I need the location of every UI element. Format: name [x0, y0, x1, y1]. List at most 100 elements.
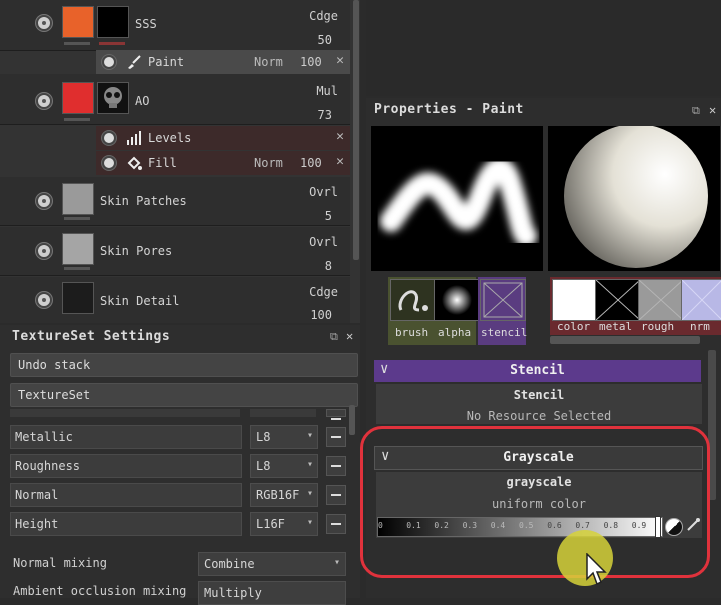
layer-thumbnail [62, 233, 94, 265]
sub-layer-levels[interactable]: Levels ✕ [96, 126, 350, 150]
layers-scrollbar[interactable] [353, 0, 359, 260]
layer-name: Skin Patches [100, 194, 187, 208]
material-sphere-preview [548, 124, 720, 271]
sub-layer-label: Fill [148, 156, 177, 170]
channel-format-select[interactable]: L8 ▾ [250, 454, 318, 478]
brush-stroke-preview [371, 126, 543, 271]
layer-row-skin-pores[interactable]: Skin Pores Ovrl 8 [0, 227, 350, 276]
layer-blend-mode[interactable]: Ovrl [309, 235, 338, 249]
layer-name: SSS [135, 17, 157, 31]
metal-slot[interactable] [595, 279, 641, 321]
textureset-button[interactable]: TextureSet [10, 383, 358, 407]
rough-slot-label: rough [641, 320, 675, 333]
channel-height: Height [10, 512, 242, 536]
visibility-toggle-icon[interactable] [36, 243, 52, 259]
remove-channel-button[interactable] [326, 456, 346, 476]
fill-bucket-icon [126, 155, 142, 171]
panel-title: TextureSet Settings [12, 329, 171, 344]
visibility-toggle-icon[interactable] [36, 292, 52, 308]
stencil-section-header[interactable]: ∨ Stencil [374, 360, 701, 382]
color-slot[interactable] [552, 279, 598, 321]
layer-row-sss[interactable]: SSS Cdge 50 [0, 0, 350, 51]
visibility-toggle-icon[interactable] [36, 193, 52, 209]
layers-panel: SSS Cdge 50 Paint Norm 100 ✕ AO Mul 73 L… [0, 0, 360, 323]
sub-layer-blend[interactable]: Norm [254, 55, 283, 69]
channel-metallic: Metallic [10, 425, 242, 449]
layer-opacity[interactable]: 100 [310, 308, 332, 322]
stencil-slot[interactable] [480, 279, 526, 321]
layer-row-skin-patches[interactable]: Skin Patches Ovrl 5 [0, 177, 350, 226]
close-icon[interactable]: ✕ [336, 53, 344, 68]
layer-name: AO [135, 94, 150, 108]
close-icon[interactable]: ✕ [336, 154, 344, 169]
close-icon[interactable]: ✕ [346, 329, 353, 343]
remove-channel-button[interactable] [326, 485, 346, 505]
remove-channel-button[interactable] [326, 427, 346, 447]
sub-layer-opacity[interactable]: 100 [300, 156, 322, 170]
layer-opacity[interactable]: 50 [318, 33, 332, 47]
ao-mixing-label: Ambient occlusion mixing [13, 584, 187, 598]
rough-slot[interactable] [638, 279, 684, 321]
stencil-slot-label: stencil [481, 326, 528, 339]
mouse-cursor-icon [586, 552, 608, 590]
float-icon[interactable]: ⧉ [330, 330, 338, 344]
sub-layer-opacity[interactable]: 100 [300, 55, 322, 69]
layer-name: Skin Pores [100, 244, 173, 258]
close-icon[interactable]: ✕ [709, 103, 716, 117]
channel-format-select[interactable]: L16F ▾ [250, 512, 318, 536]
channel-normal: Normal [10, 483, 242, 507]
metal-slot-label: metal [599, 320, 633, 333]
sub-layer-label: Levels [148, 131, 192, 145]
layer-opacity[interactable]: 8 [325, 259, 332, 273]
brush-slot[interactable] [390, 279, 436, 321]
float-icon[interactable]: ⧉ [692, 104, 700, 118]
viewport-area [366, 0, 721, 96]
visibility-toggle-icon[interactable] [36, 93, 52, 109]
color-slot-label: color [557, 320, 591, 333]
layer-thumbnail [62, 183, 94, 215]
brush-slot-label: brush [395, 326, 429, 339]
textureset-settings-panel: TextureSet Settings ⧉ ✕ Undo stack Textu… [0, 325, 360, 605]
alpha-slot[interactable] [434, 279, 480, 321]
layer-blend-mode[interactable]: Cdge [309, 285, 338, 299]
visibility-toggle-icon[interactable] [102, 131, 116, 145]
channel-format-select[interactable]: RGB16F ▾ [250, 483, 318, 507]
layer-thumbnail [62, 282, 94, 314]
sub-layer-blend[interactable]: Norm [254, 156, 283, 170]
alpha-slot-label: alpha [438, 326, 472, 339]
mask-thumbnail [62, 6, 94, 38]
highlight-annotation [360, 426, 710, 578]
layer-blend-mode[interactable]: Mul [316, 84, 338, 98]
visibility-toggle-icon[interactable] [102, 156, 116, 170]
layer-name: Skin Detail [100, 294, 180, 308]
textureset-scrollbar[interactable] [349, 405, 355, 435]
remove-channel-button[interactable] [326, 514, 346, 534]
sub-layer-label: Paint [148, 55, 185, 69]
layer-opacity[interactable]: 73 [318, 108, 332, 122]
ao-mixing-select[interactable]: Multiply [198, 581, 346, 605]
sub-layer-paint[interactable]: Paint Norm 100 ✕ [96, 50, 350, 74]
layer-row-ao[interactable]: AO Mul 73 [0, 74, 350, 125]
normal-mixing-select[interactable]: Combine ▾ [198, 552, 346, 576]
layer-blend-mode[interactable]: Cdge [309, 9, 338, 23]
ao-skull-thumbnail [97, 82, 129, 114]
layer-blend-mode[interactable]: Ovrl [309, 185, 338, 199]
visibility-toggle-icon[interactable] [36, 15, 52, 31]
levels-icon [126, 130, 142, 146]
visibility-toggle-icon[interactable] [102, 55, 116, 69]
material-slots-scrollbar[interactable] [550, 336, 700, 344]
panel-title: Properties - Paint [374, 102, 524, 117]
layer-row-skin-detail[interactable]: Skin Detail Cdge 100 [0, 277, 350, 323]
layer-thumbnail [97, 6, 129, 38]
stencil-status: No Resource Selected [466, 409, 612, 423]
close-icon[interactable]: ✕ [336, 129, 344, 144]
sub-layer-fill[interactable]: Fill Norm 100 ✕ [96, 151, 350, 175]
brush-icon [126, 54, 142, 70]
undo-stack-button[interactable]: Undo stack [10, 353, 358, 377]
channel-format-select[interactable]: L8 ▾ [250, 425, 318, 449]
normal-slot[interactable] [681, 279, 721, 321]
mask-thumbnail [62, 82, 94, 114]
normal-slot-label: nrm [690, 320, 710, 333]
stencil-card: Stencil No Resource Selected [376, 384, 702, 424]
layer-opacity[interactable]: 5 [325, 209, 332, 223]
